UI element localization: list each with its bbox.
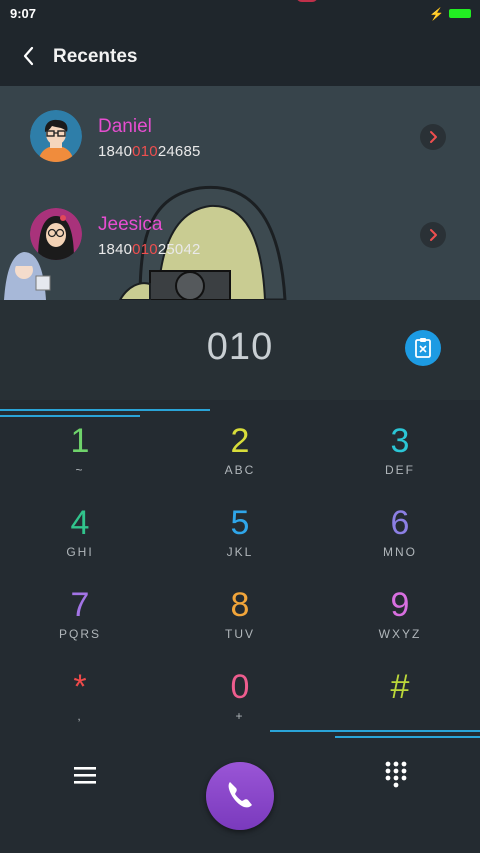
key-7[interactable]: 7 PQRS bbox=[0, 571, 160, 653]
dialpad-icon[interactable] bbox=[384, 760, 408, 788]
menu-icon[interactable] bbox=[73, 765, 97, 785]
key-1[interactable]: 1 ~ bbox=[0, 407, 160, 489]
battery-icon bbox=[449, 9, 471, 18]
recents-list: Daniel 184001024685 Jeesica 184001025042 bbox=[0, 86, 480, 300]
key-4[interactable]: 4 GHI bbox=[0, 489, 160, 571]
key-letters: WXYZ bbox=[378, 627, 422, 641]
key-digit: # bbox=[390, 668, 410, 706]
key-letters: GHI bbox=[66, 545, 94, 559]
key-letters: MNO bbox=[383, 545, 417, 559]
key-8[interactable]: 8 TUV bbox=[160, 571, 320, 653]
key-digit: 1 bbox=[70, 422, 90, 460]
key-letters: + bbox=[235, 709, 245, 723]
divider-line bbox=[335, 736, 480, 738]
status-time: 9:07 bbox=[10, 6, 37, 21]
key-9[interactable]: 9 WXYZ bbox=[320, 571, 480, 653]
key-digit: 3 bbox=[390, 422, 410, 460]
contact-row[interactable]: Jeesica 184001025042 bbox=[0, 186, 480, 276]
key-digit: * bbox=[73, 668, 87, 706]
key-0[interactable]: 0 + bbox=[160, 653, 320, 735]
key-digit: 7 bbox=[70, 586, 90, 624]
key-2[interactable]: 2 ABC bbox=[160, 407, 320, 489]
status-bar: 9:07 ⚡ bbox=[0, 0, 480, 28]
key-hash[interactable]: # bbox=[320, 653, 480, 735]
match-highlight: 010 bbox=[132, 143, 158, 160]
key-letters: PQRS bbox=[58, 627, 101, 641]
avatar bbox=[30, 110, 82, 162]
dial-display: 010 bbox=[0, 300, 480, 400]
contact-row[interactable]: Daniel 184001024685 bbox=[0, 88, 480, 178]
key-letters: TUV bbox=[225, 627, 255, 641]
key-letters: ABC bbox=[224, 463, 256, 477]
page-title: Recentes bbox=[53, 46, 138, 67]
key-digit: 9 bbox=[390, 586, 410, 624]
key-6[interactable]: 6 MNO bbox=[320, 489, 480, 571]
key-5[interactable]: 5 JKL bbox=[160, 489, 320, 571]
key-letters: , bbox=[77, 709, 83, 723]
contact-number: 184001025042 bbox=[98, 241, 201, 258]
app-header: Recentes bbox=[0, 28, 480, 86]
contact-details-button[interactable] bbox=[420, 124, 446, 150]
contact-name: Daniel bbox=[98, 116, 152, 137]
key-3[interactable]: 3 DEF bbox=[320, 407, 480, 489]
key-digit: 5 bbox=[230, 504, 250, 542]
key-star[interactable]: *, bbox=[0, 653, 160, 735]
phone-icon bbox=[228, 782, 252, 808]
contact-name: Jeesica bbox=[98, 214, 163, 235]
key-digit: 6 bbox=[390, 504, 410, 542]
contact-number: 184001024685 bbox=[98, 143, 201, 160]
key-letters: JKL bbox=[226, 545, 254, 559]
clipboard-icon bbox=[415, 338, 431, 358]
key-digit: 4 bbox=[70, 504, 90, 542]
bottom-bar bbox=[0, 740, 480, 853]
clipboard-button[interactable] bbox=[405, 330, 441, 366]
key-digit: 8 bbox=[230, 586, 250, 624]
contact-details-button[interactable] bbox=[420, 222, 446, 248]
call-button[interactable] bbox=[206, 762, 274, 830]
key-letters: DEF bbox=[385, 463, 415, 477]
chevron-left-icon[interactable] bbox=[16, 42, 44, 70]
chevron-right-icon bbox=[430, 229, 437, 241]
key-digit: 2 bbox=[230, 422, 250, 460]
notification-dot bbox=[296, 0, 318, 2]
avatar bbox=[30, 208, 82, 260]
charging-icon: ⚡ bbox=[429, 7, 444, 21]
match-highlight: 010 bbox=[132, 241, 158, 258]
chevron-right-icon bbox=[430, 131, 437, 143]
key-digit: 0 bbox=[230, 668, 250, 706]
key-letters: ~ bbox=[75, 463, 85, 477]
